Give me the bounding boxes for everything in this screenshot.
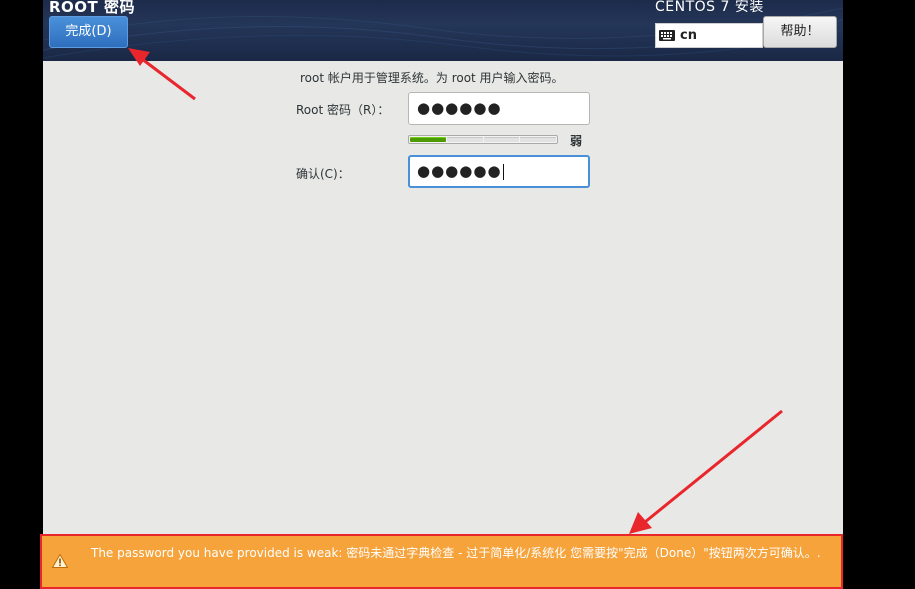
strength-segment <box>483 137 520 142</box>
right-black-border <box>843 0 915 589</box>
strength-segment <box>520 137 556 142</box>
header-bar: ROOT 密码 完成(D) CENTOS 7 安装 cn 帮助！ <box>43 0 843 61</box>
password-strength-label: 弱 <box>570 134 583 148</box>
password-strength-meter <box>408 135 558 144</box>
product-title: CENTOS 7 安装 <box>655 0 764 15</box>
root-password-form: root 帐户用于管理系统。为 root 用户输入密码。 Root 密码（R）：… <box>43 61 843 535</box>
keyboard-icon <box>659 30 675 41</box>
intro-text: root 帐户用于管理系统。为 root 用户输入密码。 <box>300 71 564 85</box>
spoke-title: ROOT 密码 <box>49 0 136 16</box>
text-cursor <box>502 163 504 180</box>
keyboard-layout-label: cn <box>680 28 697 43</box>
warning-icon <box>52 554 68 568</box>
done-button[interactable]: 完成(D) <box>49 16 128 48</box>
help-button[interactable]: 帮助！ <box>763 16 837 48</box>
confirm-password-value: ●●●●●● <box>417 162 502 180</box>
keyboard-layout-indicator[interactable]: cn <box>655 23 763 48</box>
warning-message: The password you have provided is weak: … <box>91 546 821 560</box>
weak-password-warning-bar[interactable]: The password you have provided is weak: … <box>40 534 843 589</box>
confirm-password-input[interactable]: ●●●●●● <box>408 155 590 188</box>
confirm-password-label: 确认(C)： <box>296 167 350 181</box>
root-password-input[interactable]: ●●●●●● <box>408 92 590 125</box>
left-black-border <box>0 0 43 589</box>
root-password-label: Root 密码（R）： <box>296 103 390 117</box>
strength-segment <box>410 137 446 142</box>
strength-segment <box>446 137 483 142</box>
